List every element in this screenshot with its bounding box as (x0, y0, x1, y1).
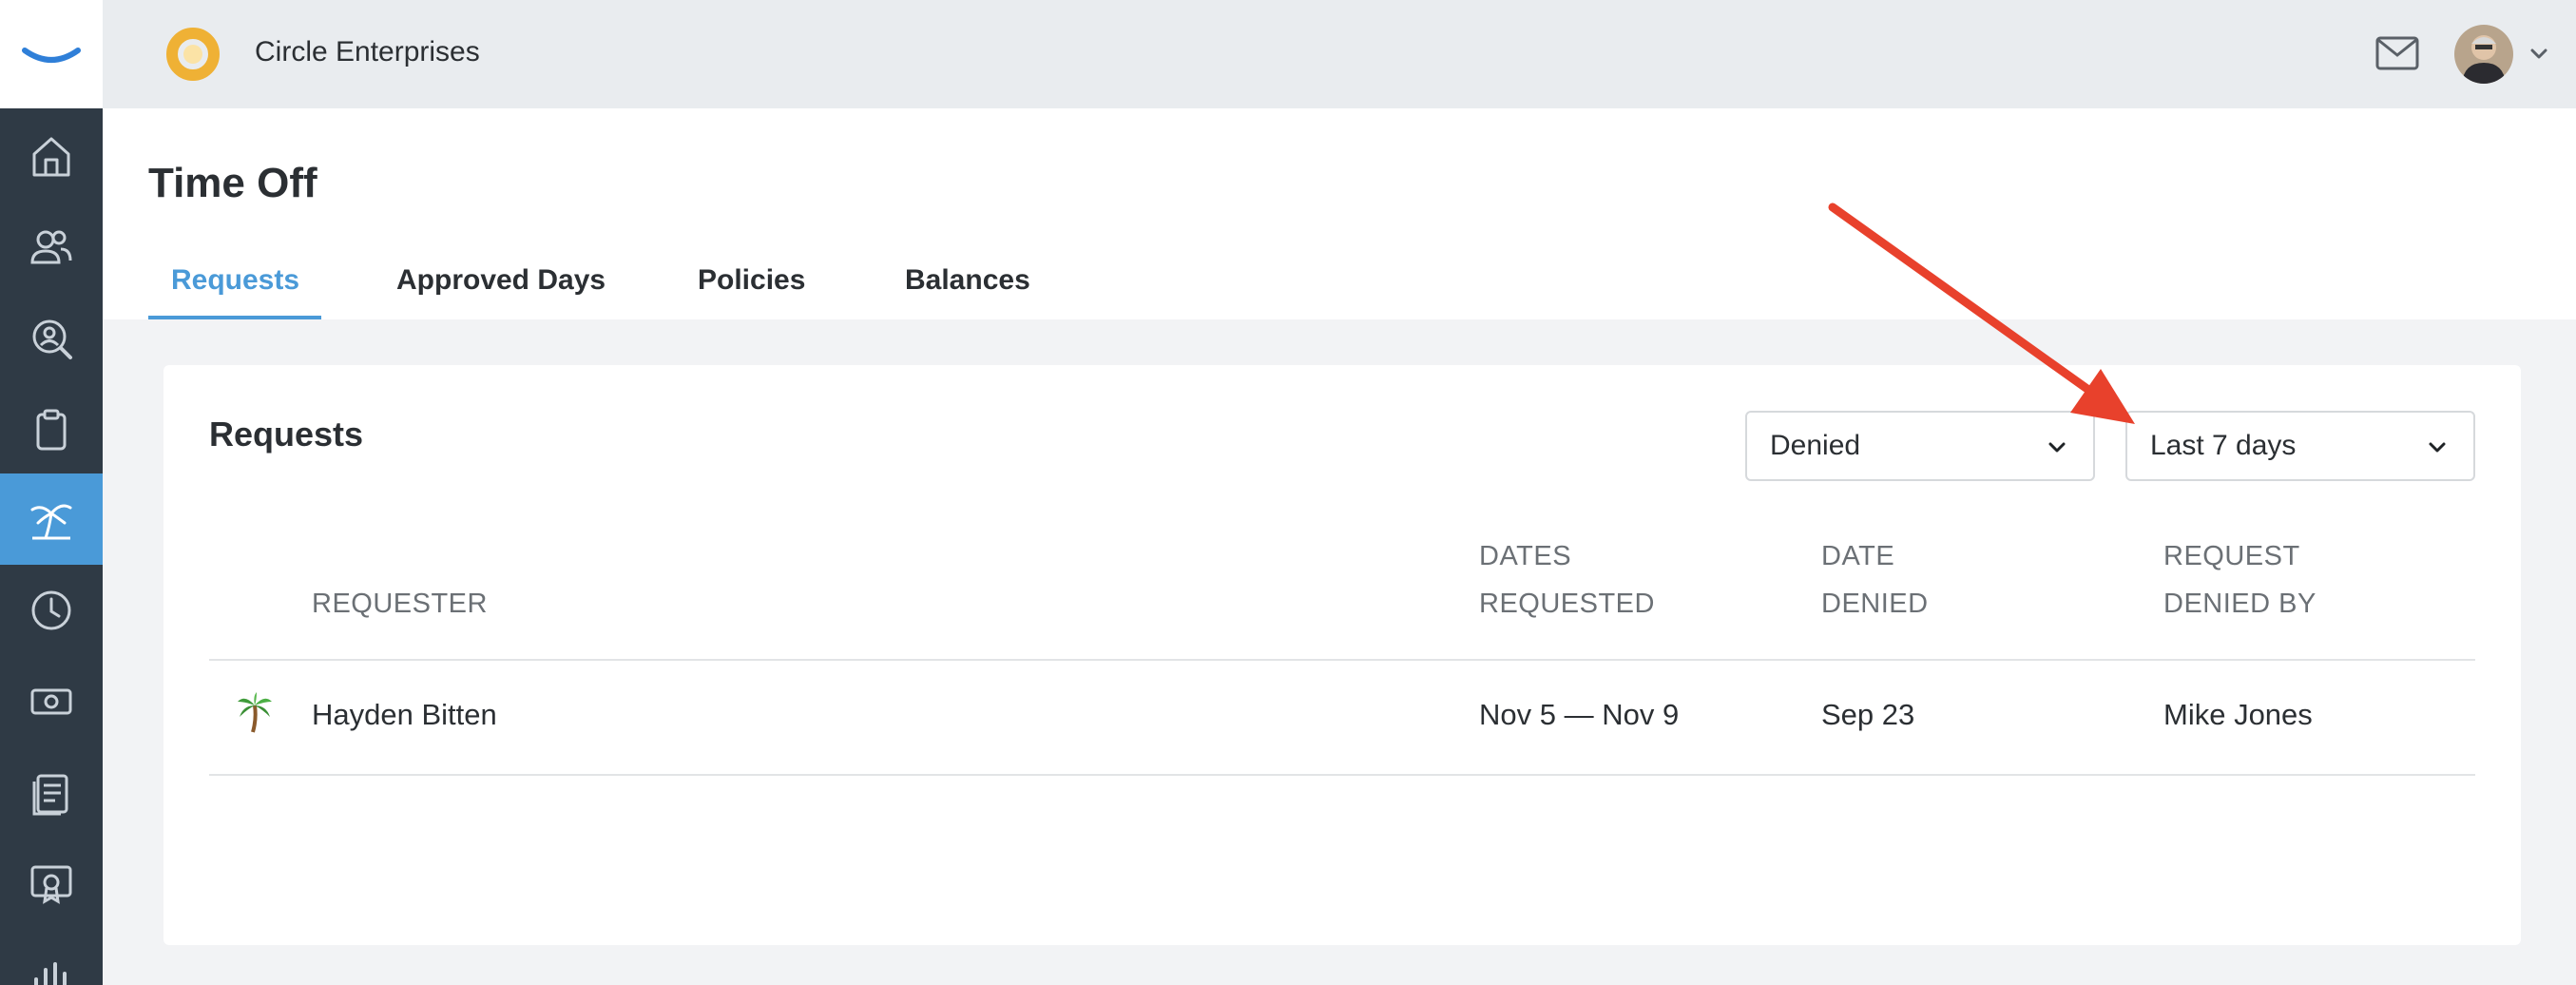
denied-by-cell: Mike Jones (2163, 698, 2313, 731)
column-header-line: REQUESTED (1479, 589, 1655, 619)
nav-reports[interactable] (0, 930, 103, 985)
column-header-date-denied[interactable]: DATE DENIED (1821, 532, 1929, 628)
chevron-down-icon[interactable] (2528, 44, 2549, 65)
mail-icon[interactable] (2374, 34, 2420, 72)
chevron-down-icon (2429, 442, 2446, 453)
palm-tree-emoji-icon (238, 692, 272, 733)
top-bar: Circle Enterprises (103, 0, 2576, 108)
sidebar (0, 0, 103, 985)
home-icon (32, 137, 70, 177)
money-icon (30, 688, 72, 715)
page-header: Time Off Requests Approved Days Policies… (103, 108, 2576, 319)
nav-certificate[interactable] (0, 839, 103, 930)
clipboard-icon (36, 409, 67, 451)
company-name[interactable]: Circle Enterprises (255, 36, 480, 68)
column-header-line: DATES (1479, 541, 1572, 571)
status-filter-value: Denied (1770, 430, 1861, 461)
palm-tree-icon (30, 504, 72, 540)
page-title: Time Off (148, 160, 317, 206)
requester-name[interactable]: Hayden Bitten (312, 698, 497, 732)
column-header-denied-by[interactable]: REQUEST DENIED BY (2163, 532, 2316, 628)
column-header-line: DATE (1821, 541, 1895, 571)
column-header-requester[interactable]: REQUESTER (312, 580, 488, 628)
tab-requests[interactable]: Requests (171, 264, 299, 314)
bar-chart-icon (34, 962, 67, 985)
clock-icon (31, 590, 71, 630)
header-divider (209, 659, 2475, 661)
nav-search-person[interactable] (0, 293, 103, 384)
tab-approved-days[interactable]: Approved Days (396, 264, 606, 314)
certificate-icon (30, 865, 72, 904)
nav-time-off[interactable] (0, 473, 103, 565)
people-icon (30, 230, 72, 264)
column-header-line: DENIED (1821, 589, 1929, 619)
date-denied-cell: Sep 23 (1821, 698, 1915, 731)
user-photo-icon (2454, 25, 2513, 84)
user-avatar[interactable] (2454, 25, 2513, 84)
status-filter-select[interactable]: Denied (1745, 411, 2095, 481)
column-header-line: DENIED BY (2163, 589, 2316, 619)
date-range-select[interactable]: Last 7 days (2125, 411, 2475, 481)
dates-requested-cell: Nov 5 — Nov 9 (1479, 698, 1680, 731)
nav-home[interactable] (0, 110, 103, 202)
date-range-value: Last 7 days (2150, 430, 2297, 461)
nav-people[interactable] (0, 202, 103, 293)
smile-logo-icon (22, 48, 81, 63)
search-person-icon (32, 319, 72, 359)
nav-payroll[interactable] (0, 656, 103, 747)
chevron-down-icon (2048, 442, 2066, 453)
company-logo-icon (166, 28, 220, 81)
active-tab-indicator (148, 316, 321, 319)
documents-icon (32, 774, 68, 816)
tab-balances[interactable]: Balances (905, 264, 1030, 314)
nav-documents[interactable] (0, 747, 103, 839)
nav-clipboard[interactable] (0, 384, 103, 475)
app-logo[interactable] (0, 0, 103, 108)
row-divider (209, 774, 2475, 776)
requests-card: Requests Denied Last 7 days REQUESTER DA… (163, 365, 2521, 945)
column-header-line: REQUEST (2163, 541, 2300, 571)
card-title: Requests (209, 415, 364, 454)
tab-policies[interactable]: Policies (698, 264, 805, 314)
nav-time[interactable] (0, 565, 103, 656)
column-header-dates-requested[interactable]: DATES REQUESTED (1479, 532, 1655, 628)
